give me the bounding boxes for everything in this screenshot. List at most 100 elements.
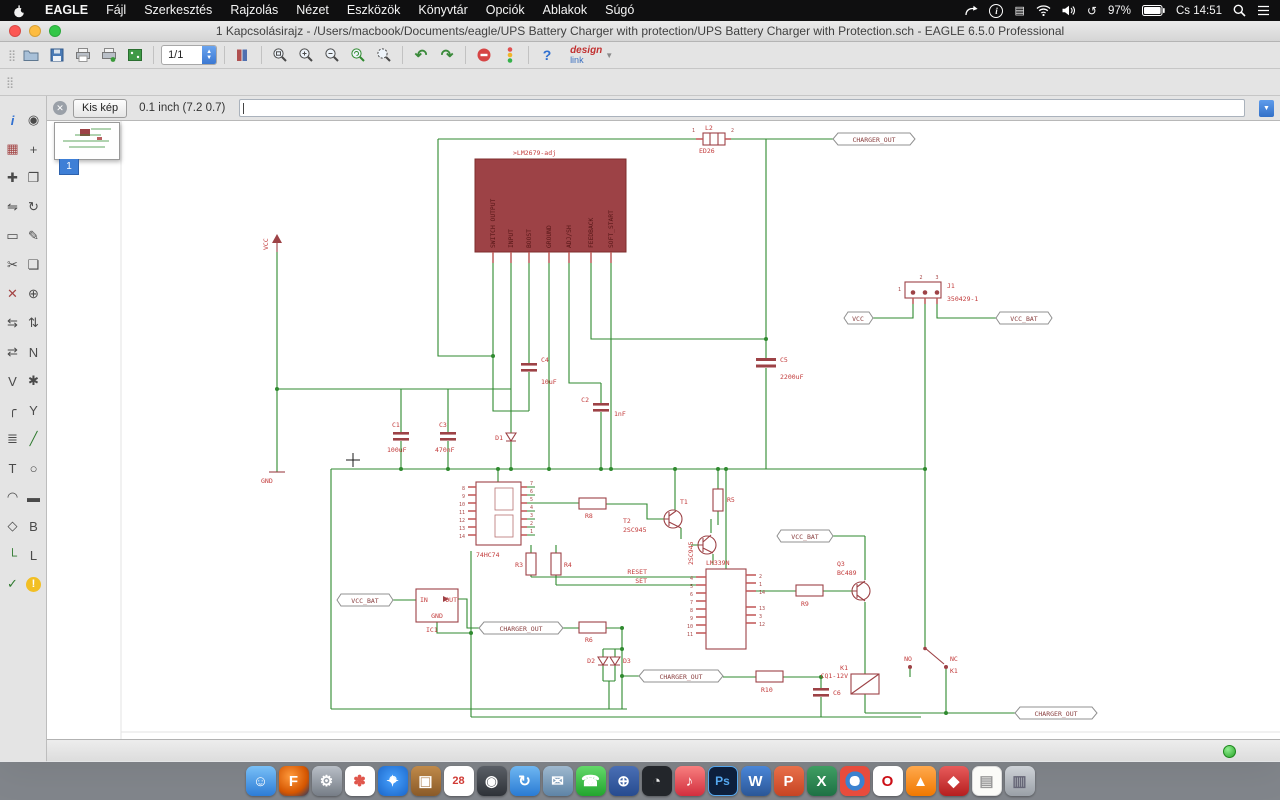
close-window-button[interactable] bbox=[9, 25, 21, 37]
cut-tool-icon[interactable]: ✂ bbox=[2, 251, 23, 279]
smash-tool-icon[interactable]: ✱ bbox=[23, 367, 44, 395]
command-history-dropdown[interactable]: ▼ bbox=[1259, 99, 1274, 117]
delete-tool-icon[interactable]: ✕ bbox=[2, 280, 23, 308]
net-tool-icon[interactable]: └ bbox=[2, 541, 23, 569]
zoom-out-button[interactable] bbox=[321, 44, 343, 66]
net-flags[interactable]: CHARGER_OUT VCC VCC_BAT VCC_BAT VCC_BAT … bbox=[336, 132, 1098, 720]
circle-tool-icon[interactable]: ○ bbox=[23, 454, 44, 482]
dock-icon-itunes[interactable]: ♪ bbox=[674, 766, 705, 796]
dock-icon-word[interactable]: W bbox=[740, 766, 771, 796]
rotate-tool-icon[interactable]: ↻ bbox=[23, 193, 44, 221]
paste-tool-icon[interactable]: ❏ bbox=[23, 251, 44, 279]
toolbar-drag-handle[interactable]: ⣿ bbox=[4, 76, 14, 89]
mark-tool-icon[interactable]: + bbox=[23, 135, 44, 163]
dock-icon-network[interactable]: ⊕ bbox=[608, 766, 639, 796]
dock-icon-photoshop[interactable]: Ps bbox=[707, 766, 738, 796]
erc-tool-icon[interactable]: ✓ bbox=[2, 570, 23, 598]
arc-tool-icon[interactable]: ◠ bbox=[2, 483, 23, 511]
use-library-button[interactable] bbox=[232, 44, 254, 66]
dock-icon-installer[interactable]: ◆ bbox=[938, 766, 969, 796]
miter-tool-icon[interactable]: ╭ bbox=[2, 396, 23, 424]
zoom-select-button[interactable] bbox=[373, 44, 395, 66]
dock-icon-powerpoint[interactable]: P bbox=[773, 766, 804, 796]
zoom-redraw-button[interactable] bbox=[347, 44, 369, 66]
zoom-fit-button[interactable] bbox=[269, 44, 291, 66]
comparator-lm339[interactable] bbox=[696, 568, 756, 650]
sheet-selector[interactable]: 1/1 ▲ ▼ bbox=[161, 45, 218, 65]
rect-tool-icon[interactable]: ▬ bbox=[23, 483, 44, 511]
errors-tool-icon[interactable]: ! bbox=[23, 570, 44, 598]
dock-icon-textedit[interactable]: ▤ bbox=[971, 766, 1002, 796]
display-icon[interactable]: ▤ bbox=[1014, 4, 1024, 17]
menu-clock[interactable]: Cs 14:51 bbox=[1176, 5, 1222, 17]
apple-menu[interactable] bbox=[0, 4, 36, 18]
menu-fajl[interactable]: Fájl bbox=[97, 0, 135, 21]
info-icon[interactable]: i bbox=[989, 3, 1004, 18]
command-input[interactable] bbox=[239, 99, 1245, 117]
volume-icon[interactable] bbox=[1062, 5, 1076, 16]
mirror-tool-icon[interactable]: ⇋ bbox=[2, 193, 23, 221]
menu-opciok[interactable]: Opciók bbox=[477, 0, 534, 21]
zoom-window-button[interactable] bbox=[49, 25, 61, 37]
info-tool-icon[interactable]: i bbox=[2, 106, 23, 134]
open-button[interactable] bbox=[20, 44, 42, 66]
menu-eagle[interactable]: EAGLE bbox=[36, 0, 97, 21]
print-button[interactable] bbox=[72, 44, 94, 66]
polygon-tool-icon[interactable]: ◇ bbox=[2, 512, 23, 540]
wifi-icon[interactable] bbox=[1036, 5, 1051, 16]
menu-sugo[interactable]: Súgó bbox=[596, 0, 643, 21]
group-tool-icon[interactable]: ▭ bbox=[2, 222, 23, 250]
display-tool-icon[interactable]: ▦ bbox=[2, 135, 23, 163]
text-tool-icon[interactable]: T bbox=[2, 454, 23, 482]
dock-icon-camera[interactable]: ◉ bbox=[476, 766, 507, 796]
dock-icon-app-store[interactable]: ↻ bbox=[509, 766, 540, 796]
dock-icon-terminal[interactable]: ◔ bbox=[641, 766, 672, 796]
dock-icon-safari[interactable]: ✦ bbox=[377, 766, 408, 796]
invoke-tool-icon[interactable]: ≣ bbox=[2, 425, 23, 453]
move-tool-icon[interactable]: ✚ bbox=[2, 164, 23, 192]
menu-rajzolas[interactable]: Rajzolás bbox=[221, 0, 287, 21]
wire-tool-icon[interactable]: ╱ bbox=[23, 425, 44, 453]
dock-icon-chrome[interactable]: C bbox=[839, 766, 870, 796]
toolbar-drag-handle[interactable]: ⣿ bbox=[6, 49, 16, 62]
dock-icon-vlc[interactable]: ▲ bbox=[905, 766, 936, 796]
menu-eszkozok[interactable]: Eszközök bbox=[338, 0, 410, 21]
dock-icon-photos[interactable]: ✽ bbox=[344, 766, 375, 796]
menu-konyvtar[interactable]: Könyvtár bbox=[409, 0, 476, 21]
pinswap-tool-icon[interactable]: ⇆ bbox=[2, 309, 23, 337]
dock-icon-finder[interactable]: ☺ bbox=[245, 766, 276, 796]
undo-button[interactable]: ↶ bbox=[410, 44, 432, 66]
save-button[interactable] bbox=[46, 44, 68, 66]
value-tool-icon[interactable]: V bbox=[2, 367, 23, 395]
dock-icon-excel[interactable]: X bbox=[806, 766, 837, 796]
menu-nezet[interactable]: Nézet bbox=[287, 0, 338, 21]
dock-icon-trash[interactable]: ▥ bbox=[1004, 766, 1035, 796]
title-bar[interactable]: 1 Kapcsolásirajz - /Users/macbook/Docume… bbox=[0, 21, 1280, 42]
schematic-canvas[interactable]: 1 CHARGER_OUT VCC VCC_BAT VCC_BAT VCC_BA… bbox=[47, 121, 1280, 739]
label-tool-icon[interactable]: L bbox=[23, 541, 44, 569]
close-panel-icon[interactable]: ✕ bbox=[53, 101, 67, 115]
minimize-window-button[interactable] bbox=[29, 25, 41, 37]
gateswap-tool-icon[interactable]: ⇅ bbox=[23, 309, 44, 337]
time-machine-icon[interactable]: ↺ bbox=[1087, 4, 1097, 18]
dock-icon-calendar[interactable]: 28 bbox=[443, 766, 474, 796]
help-button[interactable]: ? bbox=[536, 44, 558, 66]
redo-button[interactable]: ↷ bbox=[436, 44, 458, 66]
name-tool-icon[interactable]: N bbox=[23, 338, 44, 366]
erc-status-icon[interactable] bbox=[499, 44, 521, 66]
dock-icon-mail[interactable]: ✉ bbox=[542, 766, 573, 796]
share-icon[interactable] bbox=[964, 5, 979, 16]
dock-icon-system-preferences[interactable]: ⚙ bbox=[311, 766, 342, 796]
copy-tool-icon[interactable]: ❐ bbox=[23, 164, 44, 192]
cam-print-button[interactable] bbox=[98, 44, 120, 66]
split-tool-icon[interactable]: Y bbox=[23, 396, 44, 424]
menu-ablakok[interactable]: Ablakok bbox=[534, 0, 596, 21]
designlink-button[interactable]: design link ▼ bbox=[570, 45, 613, 65]
sheet-tab-1[interactable]: 1 bbox=[59, 159, 79, 175]
dock-icon-file-archive[interactable]: ▣ bbox=[410, 766, 441, 796]
dock-icon-firefox[interactable]: F bbox=[278, 766, 309, 796]
dock-icon-facetime[interactable]: ☎ bbox=[575, 766, 606, 796]
menu-szerkesztes[interactable]: Szerkesztés bbox=[135, 0, 221, 21]
battery-icon[interactable] bbox=[1141, 5, 1165, 16]
minimap-toggle-button[interactable]: Kis kép bbox=[73, 98, 128, 118]
